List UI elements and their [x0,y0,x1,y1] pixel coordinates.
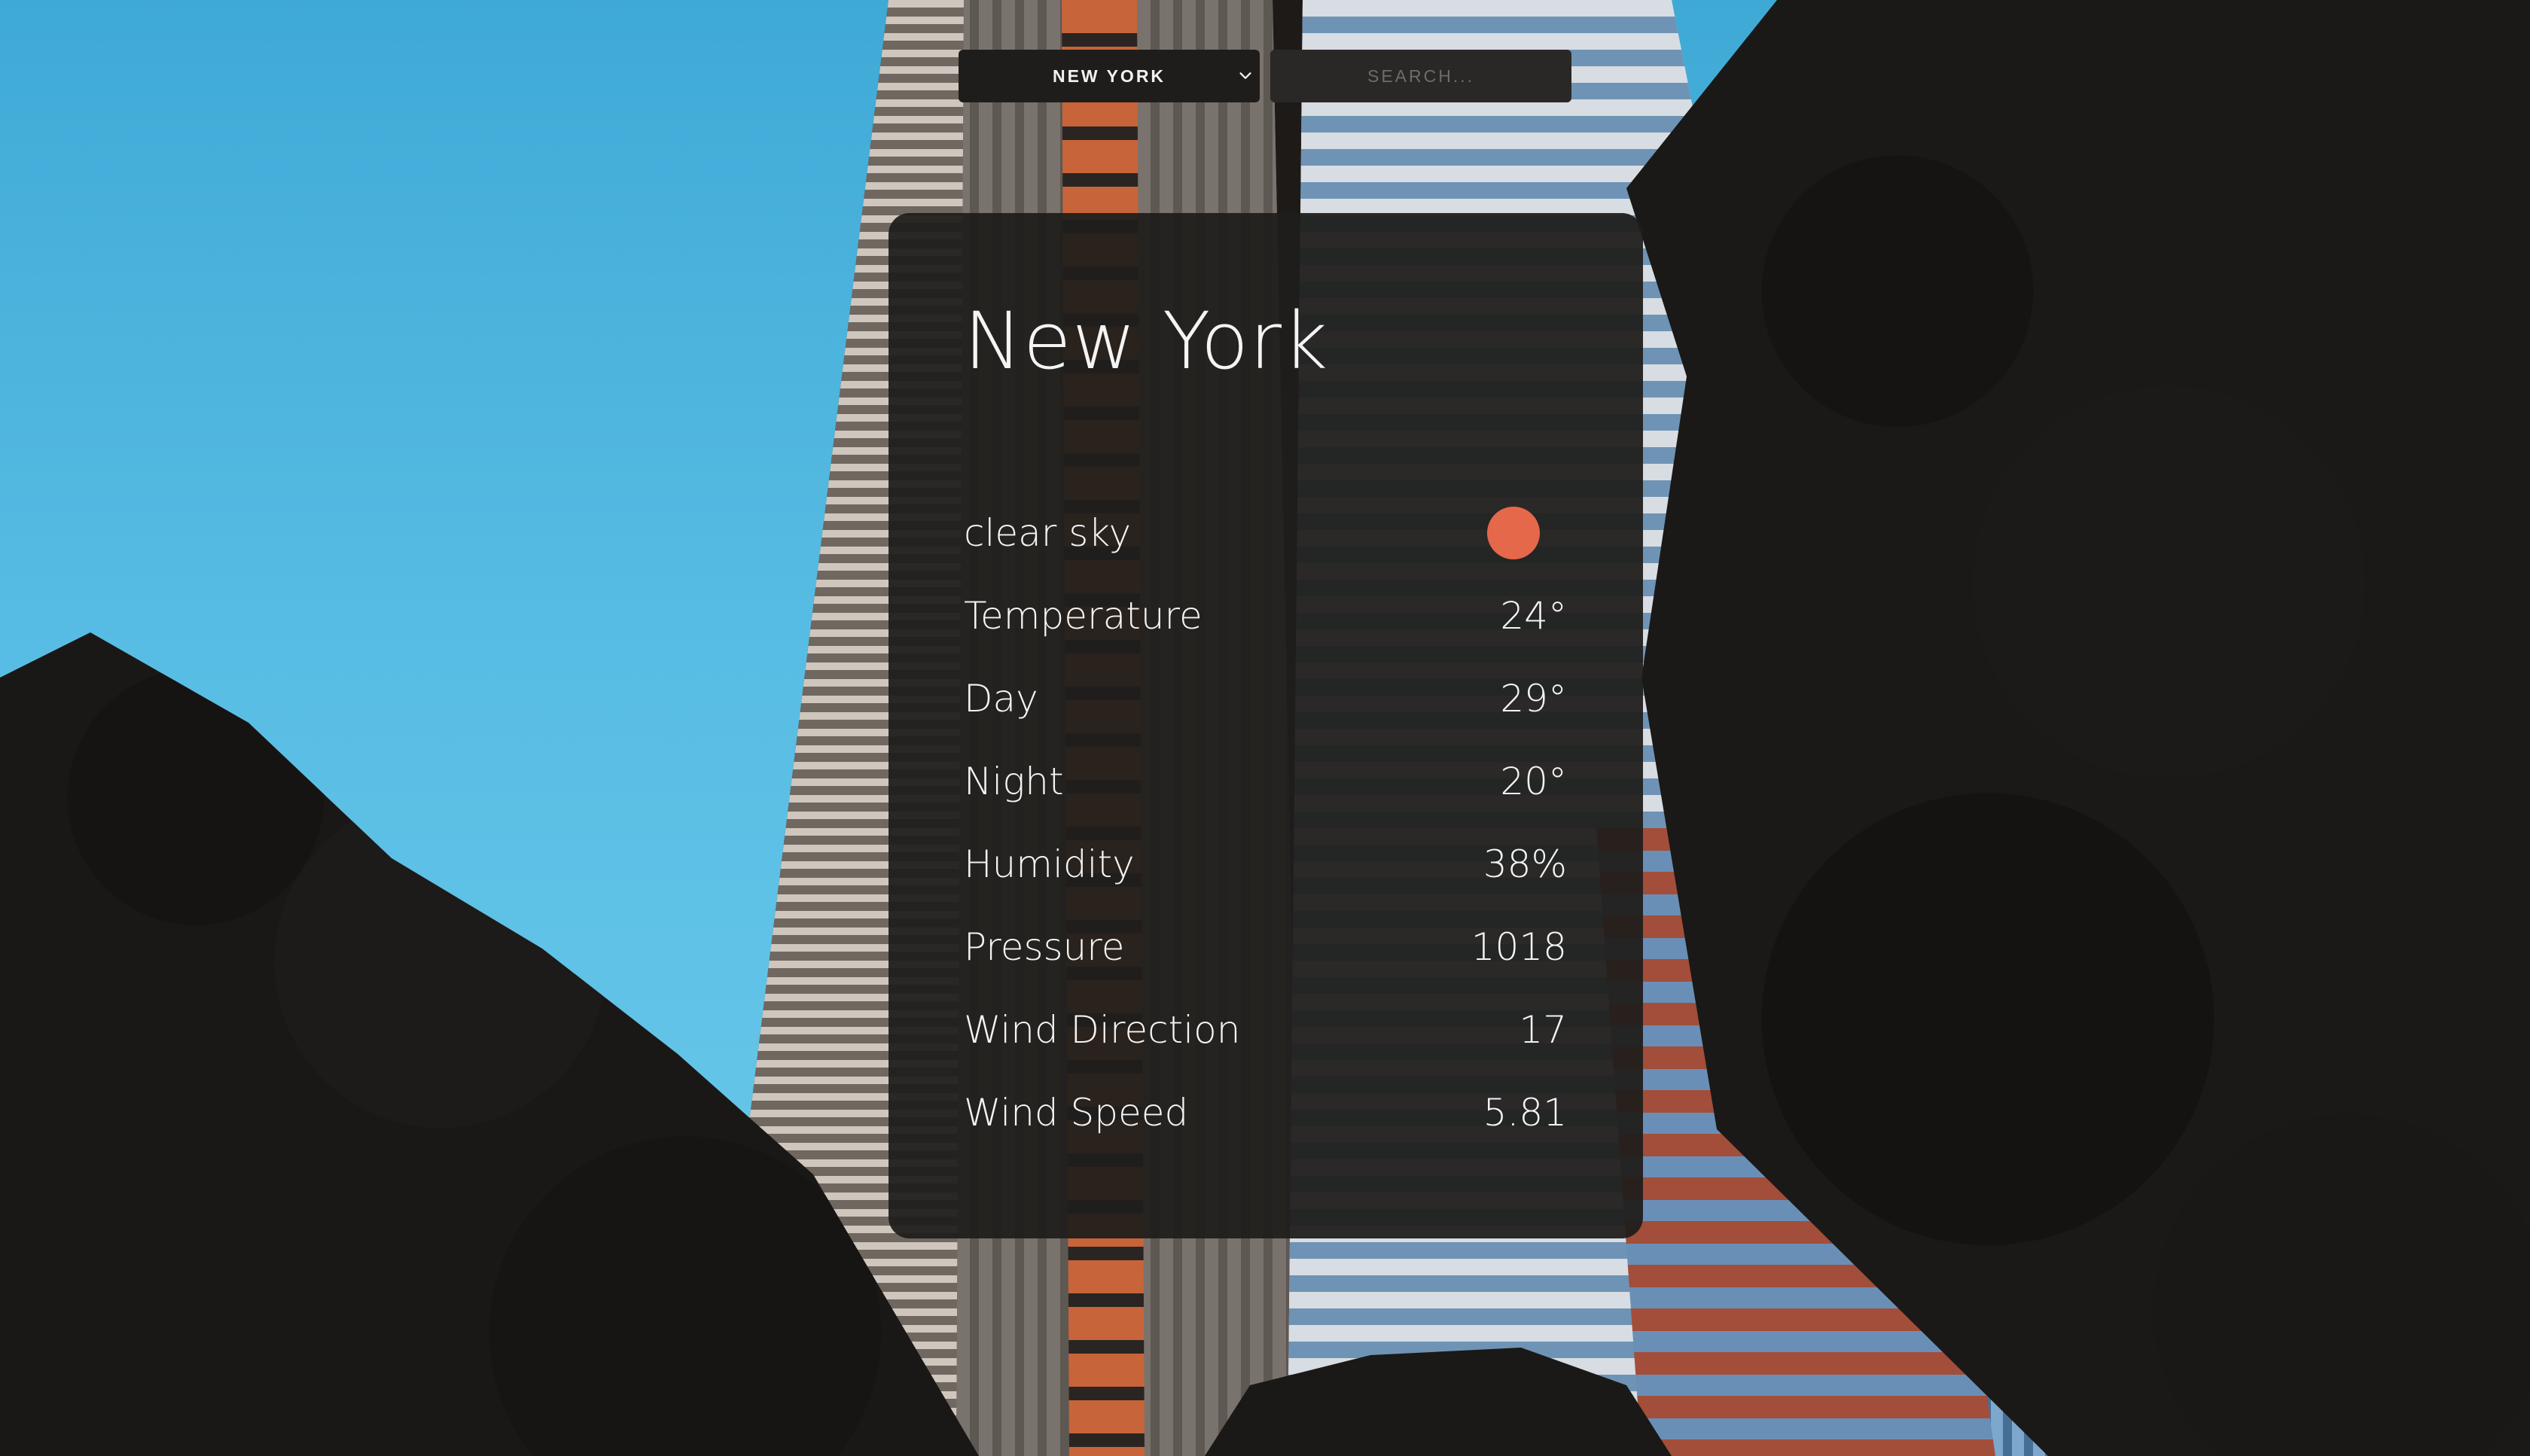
detail-value: 24° [1500,594,1567,638]
chevron-down-icon [1239,72,1251,79]
detail-row-humidity: Humidity 38% [964,823,1567,906]
condition-row: clear sky [964,492,1567,574]
detail-label: Humidity [964,842,1135,886]
weather-card: New York clear sky Temperature 24° Day 2… [889,213,1643,1238]
city-title: New York [964,295,1329,387]
detail-row-wind-speed: Wind Speed 5.81 [964,1071,1567,1154]
sun-icon [1487,507,1540,559]
weather-details: clear sky Temperature 24° Day 29° Night … [964,492,1567,1154]
detail-label: Night [964,760,1064,803]
detail-row-temperature: Temperature 24° [964,574,1567,657]
detail-row-wind-direction: Wind Direction 17 [964,988,1567,1071]
detail-label: Temperature [964,594,1203,638]
app-root: NEW YORK New York clear sky Temperature … [0,0,2530,1456]
city-select-value: NEW YORK [1052,65,1166,86]
detail-row-day: Day 29° [964,657,1567,740]
detail-label: Pressure [964,925,1125,969]
search-input[interactable] [1270,50,1571,102]
detail-value: 17 [1519,1008,1567,1052]
detail-value: 20° [1500,760,1567,803]
detail-row-night: Night 20° [964,740,1567,823]
detail-value: 5.81 [1483,1091,1567,1135]
city-select[interactable]: NEW YORK [959,50,1260,102]
detail-value: 29° [1500,677,1567,720]
detail-value: 38% [1483,842,1567,886]
detail-label: Day [964,677,1038,720]
detail-label: Wind Speed [964,1091,1189,1135]
detail-row-pressure: Pressure 1018 [964,906,1567,988]
detail-label: Wind Direction [964,1008,1241,1052]
detail-value: 1018 [1471,925,1567,969]
top-controls: NEW YORK [959,50,1571,102]
condition-label: clear sky [964,511,1132,555]
